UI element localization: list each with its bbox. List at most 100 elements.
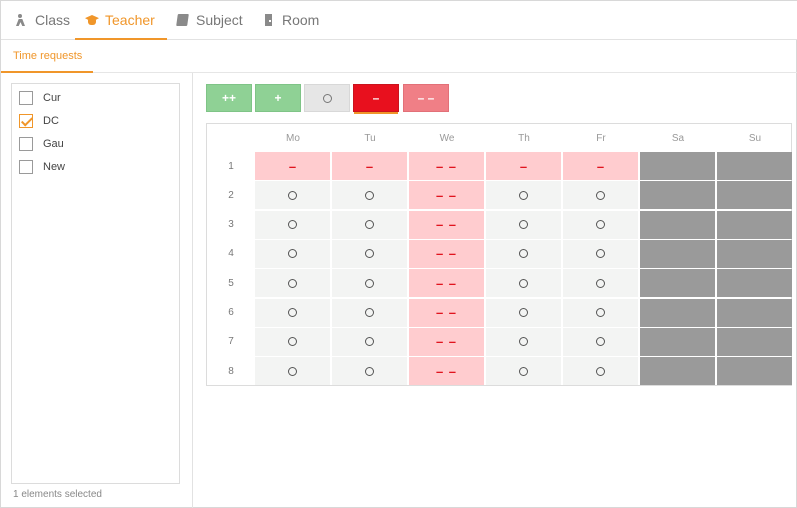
period-label-4[interactable]: 4 [207, 240, 255, 268]
list-item[interactable]: New [19, 158, 65, 176]
time-cell[interactable] [640, 357, 715, 386]
time-cell[interactable] [563, 239, 638, 268]
time-cell[interactable] [717, 210, 792, 239]
day-header-su[interactable]: Su [717, 124, 793, 152]
time-cell[interactable] [563, 269, 638, 298]
avoid-button[interactable]: – [353, 84, 399, 114]
time-cell[interactable] [717, 152, 792, 180]
time-cell[interactable]: – – [409, 152, 484, 180]
strong-request-button[interactable]: ++ [206, 84, 252, 112]
time-cell[interactable] [486, 357, 561, 386]
checkbox-checked[interactable] [19, 114, 33, 128]
time-cell[interactable] [640, 239, 715, 268]
time-cell[interactable] [255, 210, 330, 239]
time-cell[interactable] [332, 210, 407, 239]
time-cell[interactable]: – – [409, 357, 484, 386]
time-cell[interactable] [255, 239, 330, 268]
tab-class[interactable]: Class [15, 1, 70, 39]
time-cell[interactable]: – [486, 152, 561, 180]
time-cell[interactable] [332, 298, 407, 327]
period-label-2[interactable]: 2 [207, 181, 255, 209]
time-cell[interactable] [563, 327, 638, 356]
circle-icon [322, 93, 332, 103]
strong-avoid-button[interactable]: – – [403, 84, 449, 112]
day-header-th[interactable]: Th [486, 124, 562, 152]
period-label-3[interactable]: 3 [207, 211, 255, 239]
circle-icon [596, 249, 605, 259]
time-cell[interactable] [255, 181, 330, 210]
time-cell[interactable] [717, 327, 792, 356]
time-cell[interactable]: – – [409, 298, 484, 327]
checkbox[interactable] [19, 160, 33, 174]
time-cell[interactable] [486, 210, 561, 239]
time-cell[interactable] [563, 357, 638, 386]
tab-room[interactable]: Room [262, 1, 319, 39]
time-cell[interactable]: – [563, 152, 638, 180]
main-tabs: Class Teacher Subject Room [1, 1, 797, 40]
period-label-8[interactable]: 8 [207, 357, 255, 385]
time-cell[interactable] [255, 327, 330, 356]
period-label-5[interactable]: 5 [207, 269, 255, 297]
list-item[interactable]: Cur [19, 89, 61, 107]
period-label-1[interactable]: 1 [207, 152, 255, 180]
time-cell[interactable] [332, 269, 407, 298]
time-cell[interactable] [563, 210, 638, 239]
checkbox[interactable] [19, 91, 33, 105]
time-cell[interactable] [332, 239, 407, 268]
tab-teacher-label: Teacher [105, 12, 155, 28]
time-cell[interactable] [717, 269, 792, 298]
time-cell[interactable] [255, 269, 330, 298]
time-cell[interactable] [486, 239, 561, 268]
time-cell[interactable] [717, 239, 792, 268]
circle-icon [288, 220, 297, 230]
time-cell[interactable] [486, 298, 561, 327]
time-cell[interactable] [640, 210, 715, 239]
time-cell[interactable] [640, 298, 715, 327]
time-cell[interactable]: – – [409, 239, 484, 268]
time-cell[interactable] [486, 327, 561, 356]
request-button[interactable]: + [255, 84, 301, 112]
time-cell[interactable]: – – [409, 327, 484, 356]
time-cell[interactable]: – – [409, 181, 484, 210]
time-cell[interactable] [255, 357, 330, 386]
list-item[interactable]: DC [19, 112, 59, 130]
class-icon [15, 13, 29, 27]
selection-status: 1 elements selected [13, 489, 102, 500]
day-header-sa[interactable]: Sa [640, 124, 716, 152]
day-header-we[interactable]: We [409, 124, 485, 152]
list-item[interactable]: Gau [19, 135, 64, 153]
tab-time-requests[interactable]: Time requests [1, 40, 93, 73]
time-cell[interactable] [486, 269, 561, 298]
time-cell[interactable] [563, 181, 638, 210]
time-cell[interactable] [717, 357, 792, 386]
sidebar: Cur DC Gau New 1 elements selected [1, 73, 193, 508]
tab-subject[interactable]: Subject [176, 1, 243, 39]
time-cell[interactable] [640, 327, 715, 356]
time-cell[interactable] [563, 298, 638, 327]
time-cell[interactable] [332, 181, 407, 210]
day-header-tu[interactable]: Tu [332, 124, 408, 152]
time-cell[interactable] [640, 269, 715, 298]
time-cell[interactable] [640, 181, 715, 210]
time-cell[interactable] [332, 327, 407, 356]
period-label-7[interactable]: 7 [207, 328, 255, 356]
neutral-button[interactable] [304, 84, 350, 112]
day-header-mo[interactable]: Mo [255, 124, 331, 152]
period-label-6[interactable]: 6 [207, 299, 255, 327]
day-header-fr[interactable]: Fr [563, 124, 639, 152]
time-cell[interactable] [486, 181, 561, 210]
time-cell[interactable]: – [255, 152, 330, 180]
time-cell[interactable]: – – [409, 269, 484, 298]
checkbox[interactable] [19, 137, 33, 151]
circle-icon [519, 366, 528, 376]
time-cell[interactable] [332, 357, 407, 386]
time-cell[interactable] [717, 298, 792, 327]
time-cell[interactable] [255, 298, 330, 327]
time-cell[interactable] [640, 152, 715, 180]
time-cell[interactable]: – [332, 152, 407, 180]
time-cell[interactable] [717, 181, 792, 210]
time-cell[interactable]: – – [409, 210, 484, 239]
tab-room-label: Room [282, 12, 320, 28]
tab-teacher[interactable]: Teacher [75, 1, 167, 40]
circle-icon [288, 366, 297, 376]
